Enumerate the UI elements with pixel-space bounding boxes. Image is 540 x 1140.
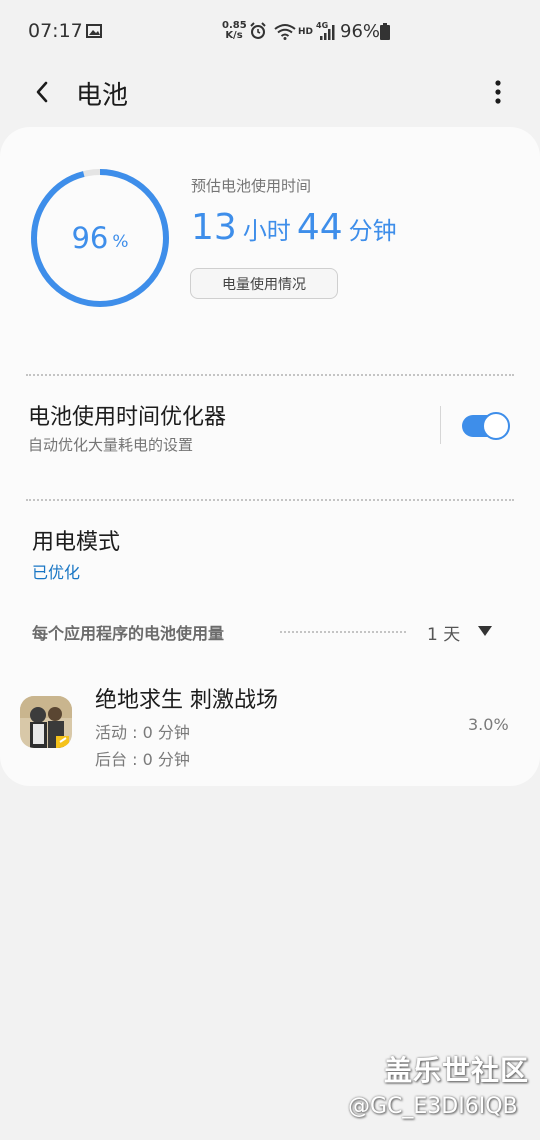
estimate-label: 预估电池使用时间: [191, 177, 312, 195]
game-app-icon: [20, 696, 72, 748]
power-mode-row[interactable]: 用电模式 已优化: [0, 520, 540, 586]
more-options-button[interactable]: [478, 72, 518, 112]
app-usage-row[interactable]: 绝地求生 刺激战场 活动 : 0 分钟 后台 : 0 分钟 3.0%: [0, 672, 540, 769]
back-button[interactable]: [22, 72, 62, 112]
status-battery-percent: 96%: [340, 21, 381, 42]
page-title: 电池: [76, 81, 129, 111]
estimate-hours: 13: [191, 207, 237, 248]
alarm-icon: [250, 22, 266, 39]
per-app-usage-header: 每个应用程序的电池使用量 1 天: [0, 615, 540, 649]
network-speed: 0.85 K/s: [222, 21, 247, 41]
more-vertical-icon: [495, 80, 501, 104]
network-speed-unit: K/s: [225, 30, 243, 41]
app-active-time: 活动 : 0 分钟: [95, 723, 190, 742]
estimated-time: 13 小时 44 分钟: [191, 207, 403, 248]
battery-icon: [380, 23, 390, 40]
caret-down-icon: [478, 626, 492, 636]
app-bar: 电池: [0, 66, 540, 118]
gallery-icon: [86, 24, 102, 38]
hd-label: HD: [298, 27, 314, 37]
chevron-left-icon: [36, 81, 48, 103]
battery-level-text: 96 %: [30, 168, 170, 308]
hours-unit: 小时: [242, 217, 291, 245]
signal-icon: [320, 25, 335, 40]
section-divider: [26, 499, 514, 501]
per-app-usage-title: 每个应用程序的电池使用量: [32, 624, 225, 643]
minutes-unit: 分钟: [348, 217, 397, 245]
optimizer-subtitle: 自动优化大量耗电的设置: [28, 436, 194, 454]
battery-usage-button[interactable]: 电量使用情况: [190, 268, 338, 299]
app-name: 绝地求生 刺激战场: [95, 688, 278, 713]
battery-level-ring: 96 %: [30, 168, 170, 308]
section-divider: [26, 374, 514, 376]
header-dotted-line: [280, 631, 406, 633]
power-mode-title: 用电模式: [32, 530, 121, 555]
status-time: 07:17: [28, 20, 83, 42]
battery-level-number: 96: [71, 221, 109, 255]
watermark-user: @GC_E3DI6IQB: [348, 1094, 518, 1119]
estimate-minutes: 44: [296, 207, 343, 248]
toggle-knob: [482, 412, 510, 440]
toggle-separator: [440, 406, 441, 444]
power-mode-value: 已优化: [32, 563, 81, 582]
battery-level-unit: %: [112, 232, 129, 252]
optimizer-toggle[interactable]: [462, 412, 510, 440]
wifi-icon: [274, 24, 296, 40]
app-usage-percent: 3.0%: [468, 715, 509, 734]
optimizer-title: 电池使用时间优化器: [28, 405, 227, 430]
watermark-brand: 盖乐世社区: [384, 1054, 530, 1087]
status-bar: 07:17 0.85 K/s HD 4G 96%: [0, 0, 540, 66]
app-background-time: 后台 : 0 分钟: [95, 750, 190, 769]
battery-card: 96 % 预估电池使用时间 13 小时 44 分钟 电量使用情况 电池使用时间优化器 …: [0, 127, 540, 786]
period-dropdown[interactable]: 1 天: [420, 615, 500, 647]
optimizer-row[interactable]: 电池使用时间优化器 自动优化大量耗电的设置: [0, 389, 540, 463]
period-value: 1 天: [427, 625, 461, 645]
